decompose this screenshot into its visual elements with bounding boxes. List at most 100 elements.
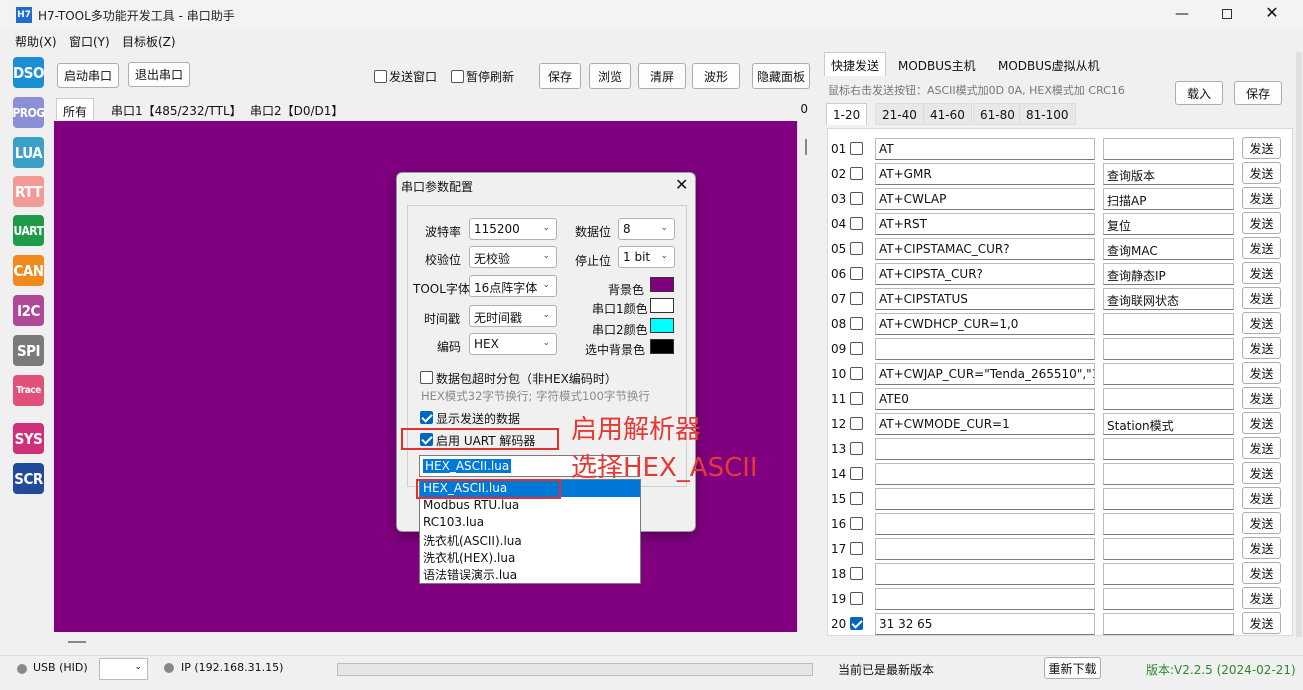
menu-window[interactable]: 窗口(Y) <box>69 33 110 50</box>
terminal-hscrollbar[interactable] <box>54 632 813 646</box>
row-command-input[interactable]: AT+CIPSTAMAC_CUR? <box>875 238 1095 260</box>
row-command-input[interactable] <box>875 588 1095 610</box>
row-checkbox[interactable] <box>850 467 863 480</box>
sidebar-scr-button[interactable]: SCR <box>13 463 44 494</box>
sidebar-can-button[interactable]: CAN <box>13 255 44 286</box>
sel-bg-color-swatch[interactable] <box>650 339 674 354</box>
row-checkbox[interactable] <box>850 392 863 405</box>
row-command-input[interactable]: AT+CWDHCP_CUR=1,0 <box>875 313 1095 335</box>
save-button[interactable]: 保存 <box>539 63 581 89</box>
enable-decoder-checkbox[interactable] <box>420 433 433 446</box>
tab-port2[interactable]: 串口2【D0/D1】 <box>244 98 349 120</box>
row-checkbox[interactable] <box>850 342 863 355</box>
row-send-button[interactable]: 发送 <box>1242 387 1281 409</box>
row-command-input[interactable]: AT+GMR <box>875 163 1095 185</box>
sidebar-trace-button[interactable]: Trace <box>13 375 44 406</box>
row-command-input[interactable] <box>875 438 1095 460</box>
row-checkbox[interactable] <box>850 617 863 630</box>
row-send-button[interactable]: 发送 <box>1242 162 1281 184</box>
row-send-button[interactable]: 发送 <box>1242 237 1281 259</box>
sidebar-i2c-button[interactable]: I2C <box>13 295 44 326</box>
row-send-button[interactable]: 发送 <box>1242 612 1281 634</box>
port1-color-swatch[interactable] <box>650 298 674 313</box>
row-send-button[interactable]: 发送 <box>1242 412 1281 434</box>
font-select[interactable]: 16点阵字体 ⌄ <box>469 275 557 297</box>
page-tab-61-80[interactable]: 61-80 <box>973 103 1022 125</box>
row-note-input[interactable] <box>1103 538 1234 560</box>
device-select[interactable]: ⌄ <box>99 658 148 680</box>
row-checkbox[interactable] <box>850 417 863 430</box>
row-command-input[interactable]: AT <box>875 138 1095 160</box>
row-note-input[interactable] <box>1103 363 1234 385</box>
row-command-input[interactable]: AT+CIPSTATUS <box>875 288 1095 310</box>
row-command-input[interactable]: ATE0 <box>875 388 1095 410</box>
row-checkbox[interactable] <box>850 242 863 255</box>
row-command-input[interactable]: AT+CWLAP <box>875 188 1095 210</box>
row-checkbox[interactable] <box>850 167 863 180</box>
right-save-button[interactable]: 保存 <box>1234 81 1282 105</box>
tab-modbus-master[interactable]: MODBUS主机 <box>892 53 982 77</box>
row-command-input[interactable] <box>875 563 1095 585</box>
tab-all[interactable]: 所有 <box>56 98 95 120</box>
terminal-vscrollbar[interactable] <box>797 121 813 632</box>
decoder-option[interactable]: Modbus RTU.lua <box>420 497 640 514</box>
row-send-button[interactable]: 发送 <box>1242 587 1281 609</box>
encoding-select[interactable]: HEX ⌄ <box>469 333 557 355</box>
row-checkbox[interactable] <box>850 492 863 505</box>
row-note-input[interactable] <box>1103 438 1234 460</box>
send-window-checkbox[interactable] <box>374 70 387 83</box>
packet-split-checkbox[interactable] <box>420 371 433 384</box>
row-note-input[interactable] <box>1103 563 1234 585</box>
sidebar-spi-button[interactable]: SPI <box>13 335 44 366</box>
row-note-input[interactable] <box>1103 613 1234 635</box>
row-note-input[interactable]: 扫描AP <box>1103 188 1234 210</box>
row-note-input[interactable] <box>1103 138 1234 160</box>
row-send-button[interactable]: 发送 <box>1242 287 1281 309</box>
row-send-button[interactable]: 发送 <box>1242 487 1281 509</box>
row-command-input[interactable]: 31 32 65 <box>875 613 1095 635</box>
port2-color-swatch[interactable] <box>650 318 674 333</box>
row-send-button[interactable]: 发送 <box>1242 362 1281 384</box>
tab-modbus-slave[interactable]: MODBUS虚拟从机 <box>992 53 1106 77</box>
row-send-button[interactable]: 发送 <box>1242 312 1281 334</box>
menu-help[interactable]: 帮助(X) <box>15 33 57 50</box>
exit-port-button[interactable]: 退出串口 <box>128 62 190 87</box>
right-vscroll[interactable] <box>1296 52 1302 637</box>
hide-panel-button[interactable]: 隐藏面板 <box>752 63 810 89</box>
row-note-input[interactable]: 查询版本 <box>1103 163 1234 185</box>
bg-color-swatch[interactable] <box>650 277 674 292</box>
row-send-button[interactable]: 发送 <box>1242 187 1281 209</box>
close-button[interactable]: ✕ <box>1258 3 1286 23</box>
dialog-close-icon[interactable]: ✕ <box>675 175 688 194</box>
row-command-input[interactable] <box>875 463 1095 485</box>
row-command-input[interactable]: AT+CWJAP_CUR="Tenda_265510","12 <box>875 363 1095 385</box>
databits-select[interactable]: 8 ⌄ <box>618 218 675 240</box>
minimize-button[interactable]: — <box>1168 6 1196 24</box>
row-send-button[interactable]: 发送 <box>1242 137 1281 159</box>
decoder-option[interactable]: 洗衣机(ASCII).lua <box>420 531 640 548</box>
row-checkbox[interactable] <box>850 567 863 580</box>
redownload-button[interactable]: 重新下载 <box>1044 657 1101 679</box>
row-command-input[interactable] <box>875 513 1095 535</box>
row-send-button[interactable]: 发送 <box>1242 462 1281 484</box>
row-checkbox[interactable] <box>850 267 863 280</box>
sidebar-rtt-button[interactable]: RTT <box>13 176 44 207</box>
row-checkbox[interactable] <box>850 442 863 455</box>
row-note-input[interactable]: Station模式 <box>1103 413 1234 435</box>
row-command-input[interactable] <box>875 488 1095 510</box>
row-send-button[interactable]: 发送 <box>1242 512 1281 534</box>
row-checkbox[interactable] <box>850 542 863 555</box>
row-send-button[interactable]: 发送 <box>1242 562 1281 584</box>
row-command-input[interactable]: AT+CIPSTA_CUR? <box>875 263 1095 285</box>
row-note-input[interactable] <box>1103 313 1234 335</box>
parity-select[interactable]: 无校验 ⌄ <box>469 246 557 268</box>
waveform-button[interactable]: 波形 <box>692 63 740 89</box>
row-note-input[interactable] <box>1103 388 1234 410</box>
decoder-option[interactable]: RC103.lua <box>420 514 640 531</box>
row-checkbox[interactable] <box>850 517 863 530</box>
show-sent-checkbox[interactable] <box>420 411 433 424</box>
row-send-button[interactable]: 发送 <box>1242 437 1281 459</box>
baud-select[interactable]: 115200 ⌄ <box>469 218 557 240</box>
tab-quick-send[interactable]: 快捷发送 <box>824 52 887 76</box>
stopbits-select[interactable]: 1 bit ⌄ <box>618 246 675 268</box>
